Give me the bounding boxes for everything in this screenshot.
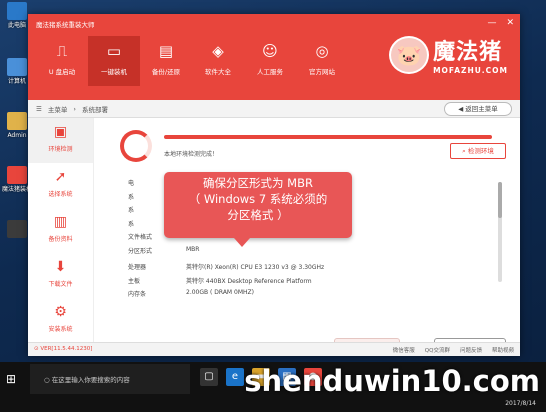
info-row: 分区形式 MBR: [128, 245, 200, 255]
info-row: 处理器 英特尔(R) Xeon(R) CPU E3 1230 v3 @ 3.30G…: [128, 264, 325, 271]
app-window: 魔法猪系统重装大师 — ✕ ⎍ U 盘启动 ▭ 一键装机 ▤ 备份/还原 ◈ 软…: [28, 14, 520, 356]
step-select-system[interactable]: ➚ 选择系统: [28, 163, 93, 208]
steps-sidebar: ▣ 环境检测 ➚ 选择系统 ▥ 备份资料 ⬇ 下载文件 ⚙ 安装系统: [28, 118, 94, 342]
brand-url: MOFAZHU.COM: [433, 66, 508, 75]
monitor-icon: ▭: [106, 42, 122, 60]
status-text: 本地环境检测完成！: [164, 151, 219, 158]
globe-icon: ◎: [315, 42, 329, 60]
info-row: 内存条 2.00GB ( DRAM 0MHZ): [128, 289, 254, 298]
monitor-icon: [7, 58, 27, 76]
brand-logo: 🐷 魔法猪 MOFAZHU.COM: [389, 34, 508, 75]
pig-mascot-icon: 🐷: [389, 35, 430, 74]
nav-one-click-install[interactable]: ▭ 一键装机: [88, 36, 140, 86]
user-folder-icon: [7, 112, 27, 130]
backup-disk-icon: ▥: [53, 214, 68, 230]
taskbar: ⊞ ○ 在这里输入你要搜索的内容 ▢ e ▬ ▦ ● shenduwin10.c…: [0, 362, 546, 412]
qq-group-link[interactable]: QQ交流群: [425, 346, 450, 354]
window-title: 魔法猪系统重装大师: [36, 21, 95, 29]
backup-icon: ▤: [158, 42, 174, 60]
breadcrumb-bar: ☰ 主菜单 › 系统部署 ◀ 返回主菜单: [28, 100, 520, 118]
help-video-link[interactable]: 帮助视频: [492, 346, 514, 354]
windows-start-icon[interactable]: ⊞: [6, 372, 20, 386]
close-button[interactable]: ✕: [506, 18, 514, 28]
step-backup-data[interactable]: ▥ 备份资料: [28, 208, 93, 253]
list-icon: ☰: [36, 105, 42, 113]
footer-links: 微信客服 QQ交流群 问题反馈 帮助视频: [393, 346, 514, 354]
person-icon: ☺: [262, 42, 278, 60]
main-panel: 本地环境检测完成！ ⌕ 检测环境 电 系 系 系 文件格式NTFS 分区形式MB…: [98, 118, 514, 355]
app-icon: [7, 220, 27, 238]
nav-manual-service[interactable]: ☺ 人工服务: [244, 36, 296, 86]
info-row: 主板 英特尔 440BX Desktop Reference Platform: [128, 277, 312, 285]
wechat-service-link[interactable]: 微信客服: [393, 346, 415, 354]
breadcrumb-separator: ›: [73, 105, 76, 113]
check-progress-bar: [164, 135, 492, 139]
minimize-button[interactable]: —: [487, 18, 496, 28]
mbr-tooltip: 确保分区形式为 MBR （ Windows 7 系统必须的 分区格式 ）: [164, 172, 352, 247]
edge-icon[interactable]: e: [226, 368, 244, 386]
software-icon: ◈: [212, 42, 224, 60]
mofazhu-icon: [7, 166, 27, 184]
breadcrumb: ☰ 主菜单 › 系统部署: [36, 104, 108, 114]
environment-icon: ▣: [53, 124, 68, 140]
taskbar-search[interactable]: ○ 在这里输入你要搜索的内容: [30, 364, 190, 394]
step-environment-check[interactable]: ▣ 环境检测: [28, 118, 93, 163]
site-watermark: shenduwin10.com: [244, 364, 540, 398]
title-bar: 魔法猪系统重装大师 — ✕ ⎍ U 盘启动 ▭ 一键装机 ▤ 备份/还原 ◈ 软…: [28, 14, 520, 100]
brand-name: 魔法猪: [433, 40, 503, 65]
scrollbar-thumb[interactable]: [498, 182, 502, 218]
top-nav: ⎍ U 盘启动 ▭ 一键装机 ▤ 备份/还原 ◈ 软件大全 ☺ 人工服务 ◎ 官…: [36, 36, 348, 86]
step-install-system[interactable]: ⚙ 安装系统: [28, 298, 93, 343]
breadcrumb-current: 系统部署: [81, 106, 108, 114]
version-label: ⊙ VER[11.5.44.1230]: [34, 346, 93, 352]
back-to-menu-button[interactable]: ◀ 返回主菜单: [444, 102, 512, 116]
taskbar-date: 2017/8/14: [505, 400, 536, 407]
status-bar: ⊙ VER[11.5.44.1230] 微信客服 QQ交流群 问题反馈 帮助视频: [28, 342, 520, 356]
detect-environment-button[interactable]: ⌕ 检测环境: [450, 143, 506, 159]
download-icon: ⬇: [54, 259, 67, 275]
usb-icon: ⎍: [56, 42, 68, 60]
nav-usb-boot[interactable]: ⎍ U 盘启动: [36, 36, 88, 86]
task-view-icon[interactable]: ▢: [200, 368, 218, 386]
feedback-link[interactable]: 问题反馈: [460, 346, 482, 354]
step-download-files[interactable]: ⬇ 下载文件: [28, 253, 93, 298]
breadcrumb-home[interactable]: 主菜单: [48, 104, 68, 114]
cortana-icon: ○: [44, 376, 52, 384]
nav-software[interactable]: ◈ 软件大全: [192, 36, 244, 86]
nav-official-site[interactable]: ◎ 官方网站: [296, 36, 348, 86]
cursor-icon: ➚: [54, 169, 67, 185]
info-scrollbar[interactable]: [498, 182, 502, 282]
nav-backup-restore[interactable]: ▤ 备份/还原: [140, 36, 192, 86]
computer-icon: [7, 2, 27, 20]
gear-icon: ⚙: [54, 304, 67, 320]
disk-scan-icon: [120, 130, 152, 162]
